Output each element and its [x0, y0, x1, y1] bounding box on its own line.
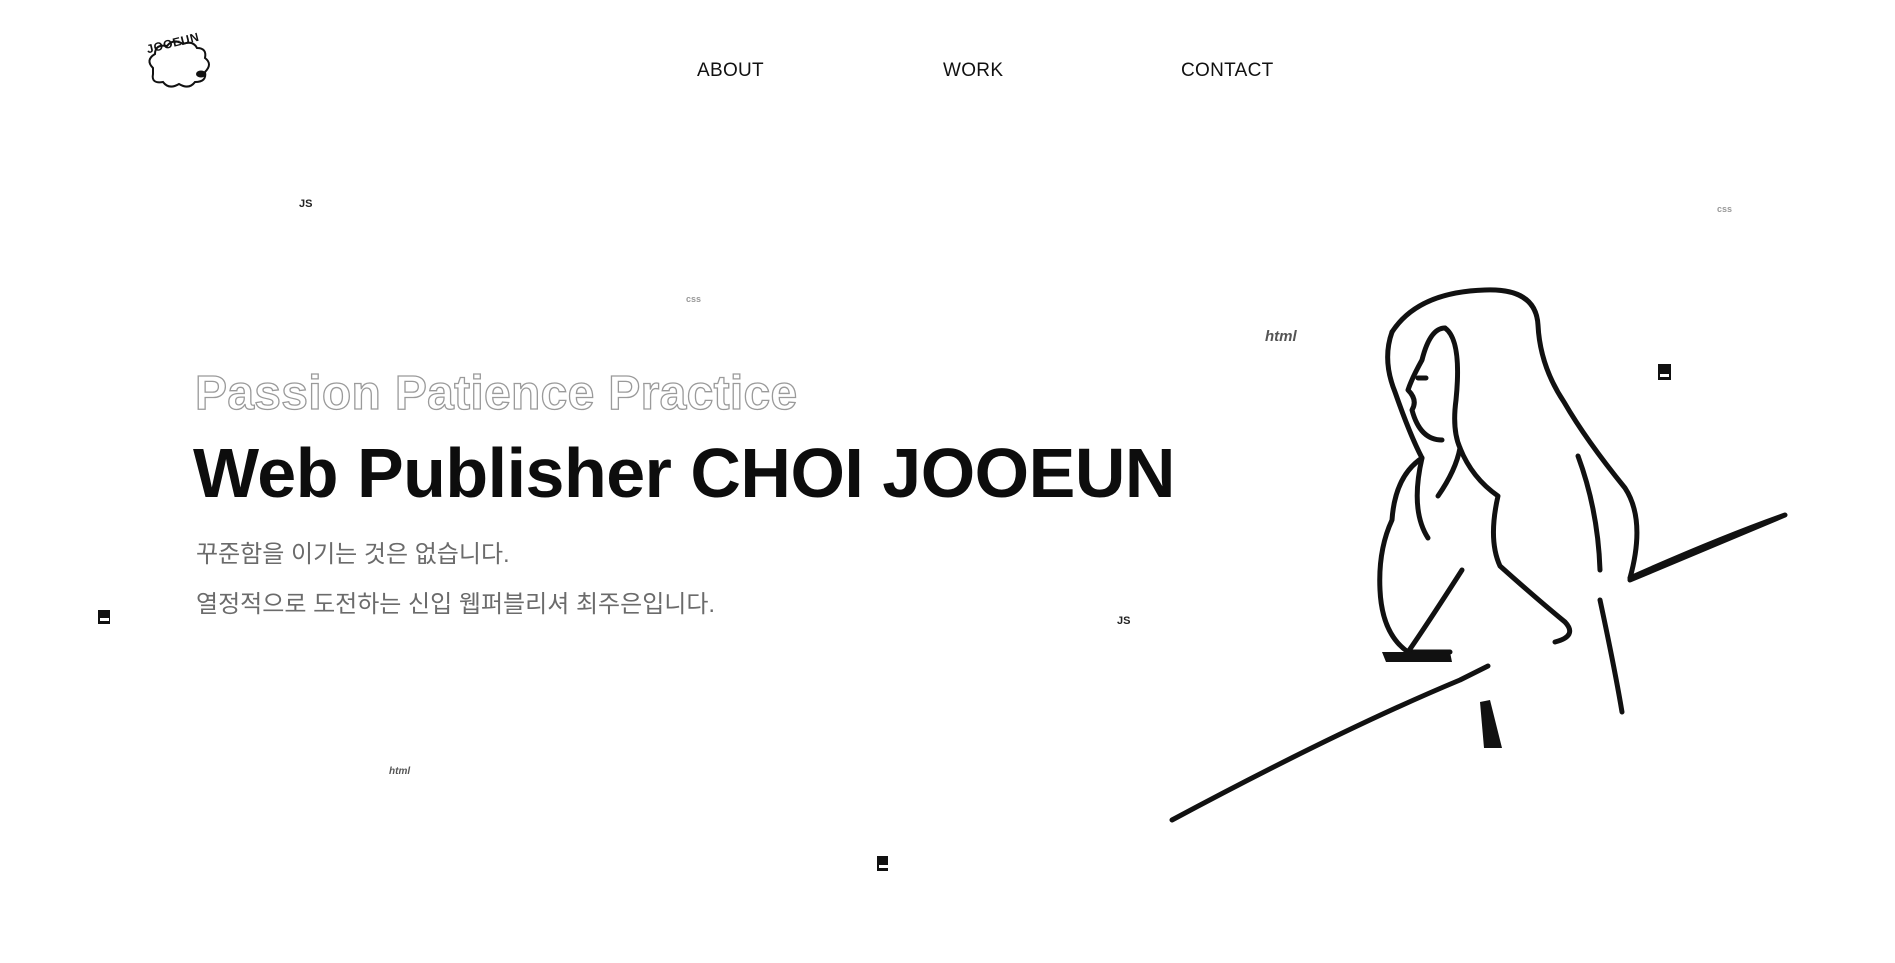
floating-css-label-2: css — [1717, 204, 1733, 214]
main-nav: ABOUT WORK CONTACT — [0, 60, 1895, 90]
floating-html-label-2: html — [389, 766, 411, 777]
nav-work[interactable]: WORK — [943, 60, 1003, 82]
floating-js-label: JS — [299, 198, 313, 210]
hero-headline: Web Publisher CHOI JOOEUN — [193, 434, 1175, 512]
floating-js-label-2: JS — [1117, 615, 1131, 627]
intro-line-2: 열정적으로 도전하는 신입 웹퍼블리셔 최주은입니다. — [196, 591, 716, 618]
file-icon — [877, 856, 888, 871]
nav-contact[interactable]: CONTACT — [1181, 60, 1274, 82]
intro-line-1: 꾸준함을 이기는 것은 없습니다. — [196, 541, 510, 568]
file-icon — [98, 610, 110, 624]
floating-css-label: css — [686, 294, 702, 304]
nav-about[interactable]: ABOUT — [697, 60, 764, 82]
girl-line-illustration — [1169, 287, 1788, 823]
hero-tagline: Passion Patience Practice — [194, 366, 798, 420]
